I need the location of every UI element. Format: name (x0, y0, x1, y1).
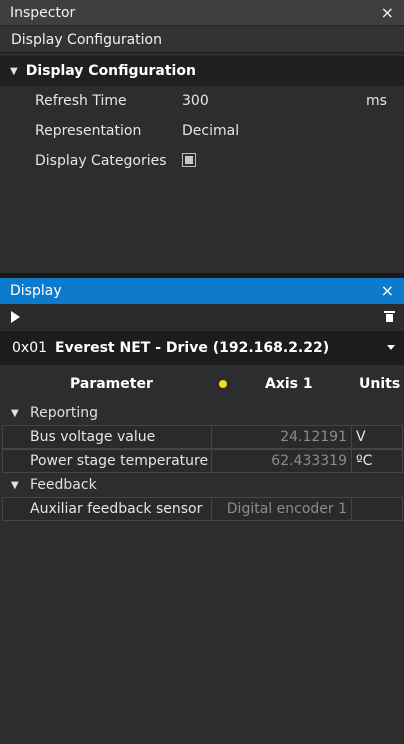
drive-name: Everest NET - Drive (192.168.2.22) (55, 340, 330, 356)
group-feedback[interactable]: ▼ Feedback (0, 473, 404, 497)
display-configuration-section[interactable]: ▼ Display Configuration (0, 56, 404, 86)
display-categories-row: Display Categories (0, 146, 404, 176)
table-row[interactable]: Bus voltage value 24.12191 V (0, 425, 404, 449)
display-categories-checkbox[interactable] (182, 153, 196, 167)
display-title-bar: Display × (0, 278, 404, 304)
drive-id: 0x01 (12, 340, 48, 356)
refresh-time-row: Refresh Time 300 ms (0, 86, 404, 116)
dropdown-arrow-icon[interactable] (387, 345, 395, 350)
chevron-down-icon[interactable]: ▼ (11, 480, 19, 491)
inspector-subheader: Display Configuration (0, 27, 404, 53)
parameter-name: Bus voltage value (2, 425, 212, 449)
parameter-name: Power stage temperature (2, 449, 212, 473)
parameter-value: Digital encoder 1 (211, 497, 352, 521)
refresh-time-unit: ms (366, 93, 387, 109)
parameter-unit (351, 497, 403, 521)
chevron-down-icon[interactable]: ▼ (10, 66, 18, 77)
drive-selector[interactable]: 0x01 Everest NET - Drive (192.168.2.22) (0, 331, 404, 365)
inspector-close-icon[interactable]: × (381, 4, 394, 21)
trash-can (386, 314, 393, 322)
display-title: Display (10, 283, 62, 299)
column-header-parameter[interactable]: Parameter (70, 376, 153, 392)
status-dot-icon (219, 380, 227, 388)
trash-icon[interactable] (384, 311, 395, 322)
column-header-units[interactable]: Units (359, 376, 400, 392)
parameter-unit: ºC (351, 449, 403, 473)
checkbox-check-icon (185, 156, 193, 164)
parameter-value: 62.433319 (211, 449, 352, 473)
parameter-name: Auxiliar feedback sensor (2, 497, 212, 521)
group-label: Reporting (30, 405, 99, 421)
inspector-title: Inspector (10, 4, 76, 21)
inspector-title-bar: Inspector × (0, 0, 404, 26)
section-title: Display Configuration (25, 63, 196, 79)
table-row[interactable]: Power stage temperature 62.433319 ºC (0, 449, 404, 473)
refresh-time-label: Refresh Time (35, 93, 127, 109)
table-header: Parameter Axis 1 Units (0, 369, 404, 399)
parameter-unit: V (351, 425, 403, 449)
refresh-time-value[interactable]: 300 (182, 93, 209, 109)
display-toolbar (0, 304, 404, 330)
display-categories-label: Display Categories (35, 153, 167, 169)
representation-label: Representation (35, 123, 142, 139)
group-label: Feedback (30, 477, 97, 493)
representation-row: Representation Decimal (0, 116, 404, 146)
group-reporting[interactable]: ▼ Reporting (0, 401, 404, 425)
play-icon[interactable] (11, 311, 20, 323)
representation-value[interactable]: Decimal (182, 123, 239, 139)
table-row[interactable]: Auxiliar feedback sensor Digital encoder… (0, 497, 404, 521)
parameter-value: 24.12191 (211, 425, 352, 449)
trash-lid (384, 311, 395, 313)
display-close-icon[interactable]: × (381, 283, 394, 299)
column-header-axis[interactable]: Axis 1 (265, 376, 313, 392)
chevron-down-icon[interactable]: ▼ (11, 408, 19, 419)
